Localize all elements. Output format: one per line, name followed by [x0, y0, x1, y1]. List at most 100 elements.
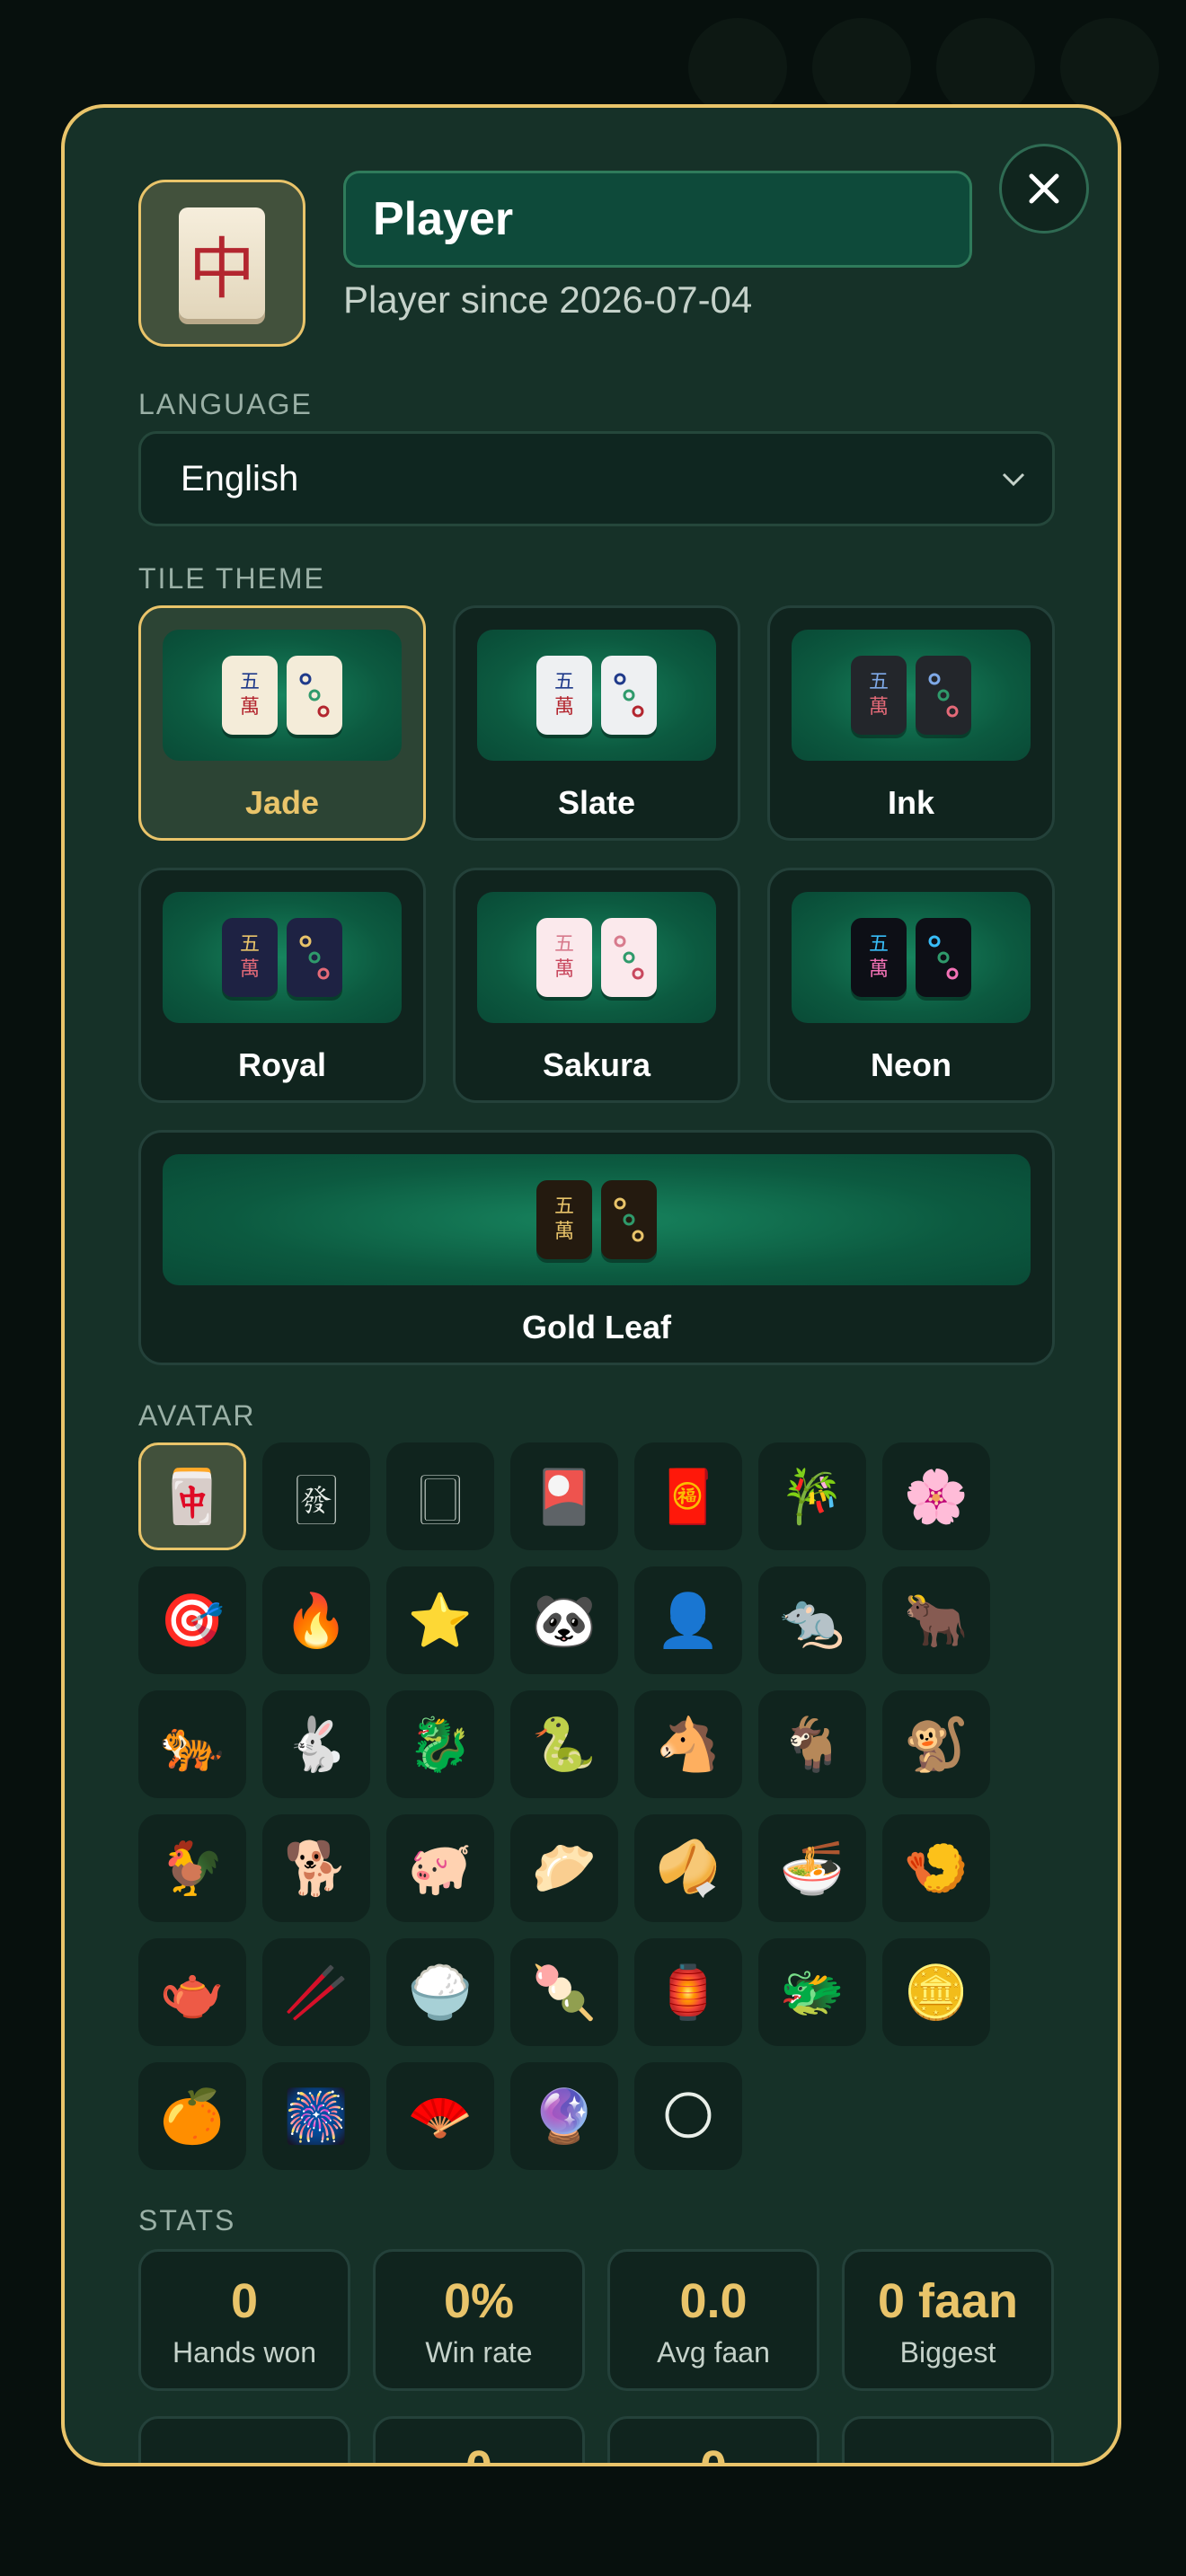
avatar-option[interactable]: 🐍 — [510, 1690, 618, 1798]
theme-name: Jade — [244, 784, 320, 821]
stat-card: 0 — [607, 2416, 819, 2463]
avatar-option[interactable]: 🧧 — [634, 1442, 742, 1550]
avatar-option-icon: 🎆 — [283, 2085, 350, 2147]
theme-name: Royal — [237, 1046, 327, 1083]
theme-card-jade[interactable]: 五萬 Jade — [138, 605, 426, 841]
avatar-option-icon: 🐍 — [531, 1713, 597, 1775]
chevron-down-icon — [1002, 472, 1025, 487]
avatar-option[interactable]: ⭐ — [386, 1566, 494, 1674]
avatar-option-icon: 🐅 — [159, 1713, 226, 1775]
avatar-option[interactable]: 🥠 — [634, 1814, 742, 1922]
close-button[interactable] — [999, 144, 1089, 234]
stats-label: STATS — [138, 2204, 236, 2236]
avatar-option[interactable]: 🏮 — [634, 1938, 742, 2046]
avatar-option[interactable]: 🐲 — [758, 1938, 866, 2046]
stat-win-rate: 0% Win rate — [373, 2249, 585, 2391]
avatar-option-icon: 🎋 — [779, 1465, 845, 1527]
player-since-text: Player since 2026-07-04 — [343, 278, 753, 321]
close-icon — [1029, 173, 1059, 204]
avatar-option[interactable]: 🔮 — [510, 2062, 618, 2170]
avatar-option[interactable]: 👤 — [634, 1566, 742, 1674]
avatar-option[interactable]: 🐖 — [386, 1814, 494, 1922]
avatar-option[interactable]: 🐕 — [262, 1814, 370, 1922]
theme-card-slate[interactable]: 五萬 Slate — [453, 605, 740, 841]
avatar-option[interactable]: 🎯 — [138, 1566, 246, 1674]
avatar-option-icon: 🫖 — [159, 1961, 226, 2023]
avatar-option[interactable]: 🐀 — [758, 1566, 866, 1674]
avatar-option[interactable]: 🔥 — [262, 1566, 370, 1674]
avatar-option-icon: 🐂 — [903, 1589, 969, 1651]
avatar-option-icon: 🔮 — [531, 2085, 597, 2147]
character-tile-icon: 五萬 — [222, 918, 278, 997]
avatar-option-icon: 🥠 — [655, 1837, 721, 1899]
stat-label: Win rate — [425, 2336, 533, 2369]
avatar-option[interactable]: 🐅 — [138, 1690, 246, 1798]
avatar-option[interactable]: 🌕 — [634, 2062, 742, 2170]
avatar-option-icon: 🏮 — [655, 1961, 721, 2023]
avatar-option[interactable]: 🫖 — [138, 1938, 246, 2046]
theme-name: Gold Leaf — [521, 1309, 671, 1345]
avatar-option[interactable]: 🀄 — [138, 1442, 246, 1550]
theme-card-sakura[interactable]: 五萬 Sakura — [453, 868, 740, 1103]
avatar-option[interactable]: 🪙 — [882, 1938, 990, 2046]
theme-name: Neon — [871, 1046, 951, 1083]
avatar-option[interactable]: 🐇 — [262, 1690, 370, 1798]
avatar-option-icon: 🍡 — [531, 1961, 597, 2023]
avatar-option[interactable]: 🐼 — [510, 1566, 618, 1674]
avatar-option[interactable]: 🎴 — [510, 1442, 618, 1550]
avatar-option-icon: 🐀 — [779, 1589, 845, 1651]
dots-tile-icon — [916, 656, 971, 735]
avatar-option[interactable]: 🐉 — [386, 1690, 494, 1798]
avatar-option[interactable]: 🍚 — [386, 1938, 494, 2046]
character-tile-icon: 五萬 — [851, 656, 907, 735]
avatar-option[interactable]: 🌸 — [882, 1442, 990, 1550]
avatar-option[interactable]: 🎆 — [262, 2062, 370, 2170]
avatar-option[interactable]: 🥟 — [510, 1814, 618, 1922]
avatar-option[interactable]: 🍜 — [758, 1814, 866, 1922]
avatar-option[interactable]: 🍤 — [882, 1814, 990, 1922]
avatar-option-icon: 🀅 — [295, 1465, 338, 1527]
avatar-option-icon: 🐲 — [779, 1961, 845, 2023]
stat-card: — — [138, 2416, 350, 2463]
avatar-option-icon: 🥟 — [531, 1837, 597, 1899]
theme-card-ink[interactable]: 五萬 Ink — [767, 605, 1055, 841]
avatar-option[interactable]: 🍡 — [510, 1938, 618, 2046]
player-name-input[interactable] — [343, 171, 972, 268]
theme-card-gold-leaf[interactable]: 五萬 Gold Leaf — [138, 1130, 1055, 1365]
avatar-option[interactable]: 🪭 — [386, 2062, 494, 2170]
avatar-option-icon: 🌸 — [903, 1465, 969, 1527]
stat-value: — — [141, 2440, 348, 2463]
avatar-option-icon: 🐒 — [903, 1713, 969, 1775]
language-label: LANGUAGE — [138, 388, 313, 420]
avatar-option[interactable]: 🐐 — [758, 1690, 866, 1798]
language-select[interactable]: English — [138, 431, 1055, 526]
theme-preview: 五萬 — [792, 892, 1031, 1023]
avatar-option-icon: 🪭 — [407, 2085, 474, 2147]
stat-avg-faan: 0.0 Avg faan — [607, 2249, 819, 2391]
avatar-option-icon: 🐴 — [655, 1713, 721, 1775]
avatar-option[interactable]: 🐒 — [882, 1690, 990, 1798]
avatar-option[interactable]: 🐴 — [634, 1690, 742, 1798]
avatar-option[interactable]: 🥢 — [262, 1938, 370, 2046]
avatar-option[interactable]: 🀅 — [262, 1442, 370, 1550]
avatar-option-icon: 🍤 — [903, 1837, 969, 1899]
background-button — [1060, 18, 1159, 117]
theme-card-neon[interactable]: 五萬 Neon — [767, 868, 1055, 1103]
theme-preview: 五萬 — [163, 1154, 1031, 1285]
avatar-option[interactable]: 🐂 — [882, 1566, 990, 1674]
avatar-option[interactable]: 🀆 — [386, 1442, 494, 1550]
theme-preview: 五萬 — [477, 630, 716, 761]
avatar-label: AVATAR — [138, 1399, 256, 1432]
avatar-grid: 🀄 🀅 🀆 🎴 🧧 🎋 🌸 🎯 🔥 ⭐ 🐼 👤 🐀 🐂 🐅 🐇 🐉 🐍 🐴 🐐 🐒 🐓 🐕 🐖 🥟 🥠 🍜 🍤 🫖 🥢 🍚 🍡 🏮 🐲 🪙 🍊 🎆 🪭 🔮 🌕 — [138, 1442, 1055, 2170]
avatar-option[interactable]: 🐓 — [138, 1814, 246, 1922]
dots-tile-icon — [287, 656, 342, 735]
theme-card-royal[interactable]: 五萬 Royal — [138, 868, 426, 1103]
avatar-option[interactable]: 🎋 — [758, 1442, 866, 1550]
theme-preview: 五萬 — [163, 630, 402, 761]
background-toolbar — [688, 18, 1159, 117]
stat-value: 0% — [443, 2274, 515, 2328]
stat-value: 0 faan — [877, 2274, 1019, 2328]
avatar-option-icon: 🍊 — [159, 2085, 226, 2147]
avatar-option[interactable]: 🍊 — [138, 2062, 246, 2170]
profile-avatar[interactable]: 中 — [138, 180, 305, 347]
